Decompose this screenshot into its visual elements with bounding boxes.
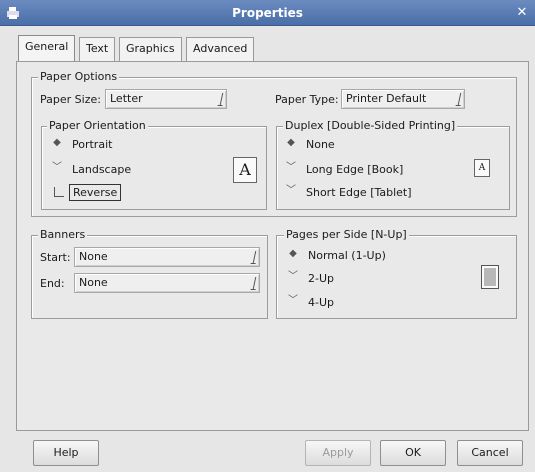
nup-4up-label[interactable]: 4-Up [308,296,334,309]
help-button[interactable]: Help [33,440,99,466]
apply-button[interactable]: Apply [305,440,371,466]
banner-end-combo[interactable]: None [74,273,260,293]
dropdown-arrow-icon [247,277,257,289]
paper-size-combo[interactable]: Letter [105,89,227,109]
banner-end-label: End: [40,277,65,290]
dropdown-arrow-icon [247,251,257,263]
radio-unselected-icon[interactable]: ﹀ [286,270,300,284]
title-bar: Properties ✕ [0,0,535,26]
banner-start-combo[interactable]: None [74,247,260,267]
radio-selected-icon[interactable]: ◆ [286,247,300,261]
banners-legend: Banners [38,228,88,241]
reverse-checkbox[interactable] [54,187,64,197]
paper-size-value: Letter [110,92,143,105]
cancel-button-label: Cancel [471,446,509,459]
close-icon[interactable]: ✕ [513,4,531,22]
duplex-legend: Duplex [Double-Sided Printing] [283,119,458,132]
paper-size-label: Paper Size: [40,93,101,106]
paper-type-combo[interactable]: Printer Default [341,89,465,109]
dropdown-arrow-icon [214,93,224,105]
banner-start-value: None [79,250,108,263]
pages-per-side-legend: Pages per Side [N-Up] [284,228,409,241]
tab-text[interactable]: Text [79,37,116,61]
reverse-label[interactable]: Reverse [69,184,122,201]
duplex-preview-letter: A [478,163,486,173]
tab-graphics[interactable]: Graphics [119,37,182,61]
radio-selected-icon[interactable]: ◆ [284,136,298,150]
banner-end-value: None [79,276,108,289]
tab-advanced[interactable]: Advanced [186,37,255,61]
tab-general[interactable]: General [18,35,76,62]
orientation-portrait-label[interactable]: Portrait [72,138,112,151]
duplex-preview-icon: A [474,159,490,177]
radio-unselected-icon[interactable]: ﹀ [284,184,298,198]
orientation-preview-icon: A [233,157,257,183]
apply-button-label: Apply [322,446,354,459]
radio-selected-icon[interactable]: ◆ [50,136,64,150]
banner-start-label: Start: [40,251,71,264]
ok-button-label: OK [405,446,421,459]
duplex-long-edge-label[interactable]: Long Edge [Book] [306,163,403,176]
cancel-button[interactable]: Cancel [457,440,523,466]
ok-button[interactable]: OK [380,440,446,466]
paper-options-legend: Paper Options [38,70,120,83]
nup-normal-label[interactable]: Normal (1-Up) [308,249,386,262]
paper-orientation-legend: Paper Orientation [47,119,148,132]
orientation-preview-letter: A [239,160,251,179]
radio-unselected-icon[interactable]: ﹀ [284,161,298,175]
radio-unselected-icon[interactable]: ﹀ [286,294,300,308]
paper-type-value: Printer Default [346,92,427,105]
duplex-none-label[interactable]: None [306,138,335,151]
dropdown-arrow-icon [452,93,462,105]
radio-unselected-icon[interactable]: ﹀ [50,161,64,175]
nup-preview-page-icon [481,265,499,289]
help-button-label: Help [53,446,79,459]
nup-2up-label[interactable]: 2-Up [308,272,334,285]
orientation-landscape-label[interactable]: Landscape [72,163,131,176]
paper-type-label: Paper Type: [275,93,339,106]
duplex-short-edge-label[interactable]: Short Edge [Tablet] [306,186,412,199]
window-title: Properties [232,6,303,20]
